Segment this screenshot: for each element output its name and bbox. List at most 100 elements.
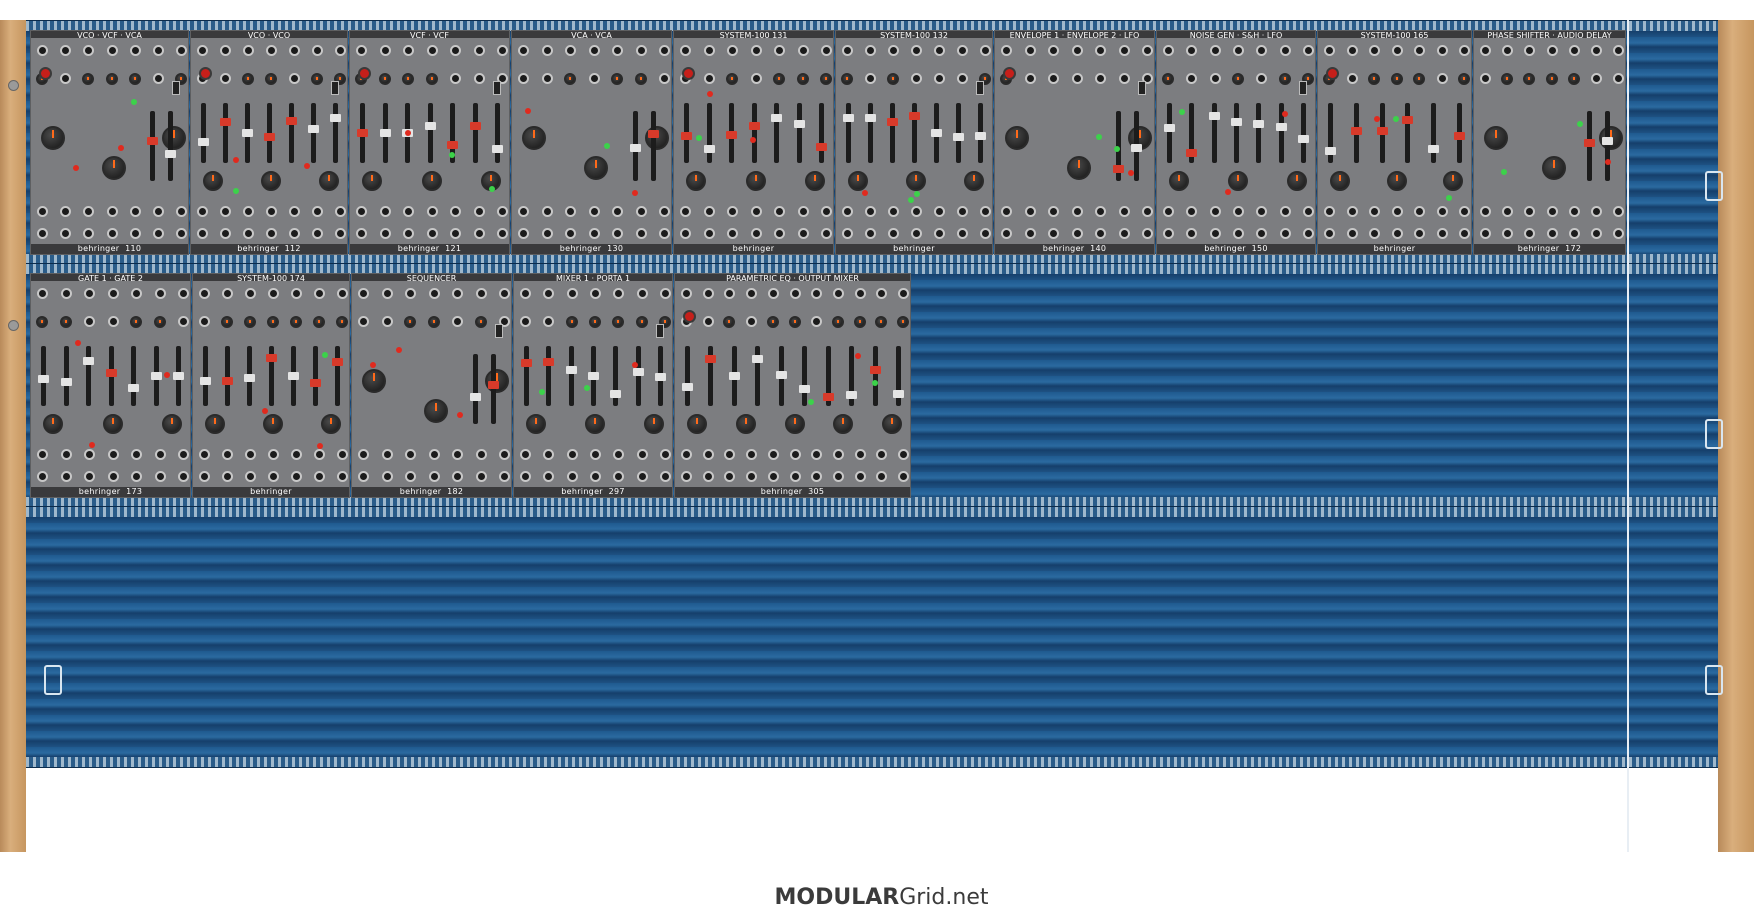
patch-jack[interactable] <box>750 45 762 56</box>
patch-jack[interactable] <box>1391 45 1403 56</box>
patch-jack[interactable] <box>403 228 414 239</box>
patch-jack[interactable] <box>1118 73 1130 84</box>
large-knob[interactable] <box>1228 171 1248 191</box>
patch-jack[interactable] <box>1279 45 1291 56</box>
patch-jack[interactable] <box>37 449 48 460</box>
patch-jack[interactable] <box>1071 73 1083 84</box>
slider-fader[interactable] <box>60 346 72 406</box>
slider-fader[interactable] <box>565 346 577 406</box>
slider-fader[interactable] <box>332 346 343 406</box>
patch-jack[interactable] <box>957 206 968 217</box>
patch-jack[interactable] <box>312 45 323 56</box>
patch-jack[interactable] <box>178 316 189 327</box>
patch-jack[interactable] <box>291 288 302 299</box>
patch-jack[interactable] <box>1142 228 1153 239</box>
patch-jack[interactable] <box>934 45 945 56</box>
patch-jack[interactable] <box>1024 206 1036 217</box>
patch-jack[interactable] <box>1186 206 1198 217</box>
patch-jack[interactable] <box>1459 45 1470 56</box>
patch-jack[interactable] <box>746 316 758 327</box>
patch-jack[interactable] <box>450 73 461 84</box>
manual-gate-button[interactable] <box>682 67 695 80</box>
small-knob[interactable] <box>1458 73 1470 85</box>
patch-jack[interactable] <box>797 206 809 217</box>
slider-fader[interactable] <box>165 111 176 181</box>
slider-fader[interactable] <box>846 346 858 406</box>
large-knob[interactable] <box>162 414 182 434</box>
patch-jack[interactable] <box>588 73 600 84</box>
patch-jack[interactable] <box>379 228 391 239</box>
toggle-switch[interactable] <box>976 81 984 95</box>
large-knob[interactable] <box>421 171 442 191</box>
patch-jack[interactable] <box>1590 206 1602 217</box>
patch-jack[interactable] <box>1568 228 1580 239</box>
patch-jack[interactable] <box>660 471 671 482</box>
slider-fader[interactable] <box>865 103 876 163</box>
patch-jack[interactable] <box>1279 228 1291 239</box>
patch-jack[interactable] <box>821 45 832 56</box>
patch-jack[interactable] <box>842 228 853 239</box>
small-knob[interactable] <box>311 73 323 85</box>
patch-jack[interactable] <box>832 288 844 299</box>
patch-jack[interactable] <box>865 73 876 84</box>
patch-jack[interactable] <box>774 206 785 217</box>
patch-jack[interactable] <box>84 471 95 482</box>
patch-jack[interactable] <box>1480 206 1491 217</box>
patch-jack[interactable] <box>980 45 991 56</box>
patch-jack[interactable] <box>1095 45 1106 56</box>
patch-jack[interactable] <box>703 228 715 239</box>
large-knob[interactable] <box>1484 126 1508 150</box>
patch-jack[interactable] <box>358 288 369 299</box>
patch-jack[interactable] <box>475 471 487 482</box>
patch-jack[interactable] <box>129 228 141 239</box>
patch-jack[interactable] <box>811 449 823 460</box>
patch-jack[interactable] <box>358 449 369 460</box>
patch-jack[interactable] <box>473 206 485 217</box>
slider-fader[interactable] <box>83 346 94 406</box>
slider-fader[interactable] <box>822 346 834 406</box>
patch-jack[interactable] <box>268 449 279 460</box>
patch-jack[interactable] <box>60 73 72 84</box>
patch-jack[interactable] <box>337 449 348 460</box>
patch-jack[interactable] <box>702 471 714 482</box>
patch-jack[interactable] <box>289 206 300 217</box>
patch-jack[interactable] <box>1048 73 1059 84</box>
patch-jack[interactable] <box>199 316 210 327</box>
patch-jack[interactable] <box>84 316 95 327</box>
patch-jack[interactable] <box>876 449 888 460</box>
patch-jack[interactable] <box>703 206 715 217</box>
patch-jack[interactable] <box>774 45 785 56</box>
patch-jack[interactable] <box>291 471 302 482</box>
patch-jack[interactable] <box>1209 228 1221 239</box>
patch-jack[interactable] <box>379 45 391 56</box>
patch-jack[interactable] <box>37 45 48 56</box>
patch-jack[interactable] <box>499 449 510 460</box>
patch-jack[interactable] <box>1233 206 1244 217</box>
patch-jack[interactable] <box>60 206 72 217</box>
patch-jack[interactable] <box>220 73 231 84</box>
patch-jack[interactable] <box>613 288 625 299</box>
patch-jack[interactable] <box>876 471 888 482</box>
patch-jack[interactable] <box>131 471 142 482</box>
patch-jack[interactable] <box>1414 228 1425 239</box>
patch-jack[interactable] <box>428 288 440 299</box>
patch-jack[interactable] <box>821 228 832 239</box>
patch-jack[interactable] <box>243 228 254 239</box>
patch-jack[interactable] <box>1436 206 1448 217</box>
slider-fader[interactable] <box>953 103 964 163</box>
patch-jack[interactable] <box>381 449 393 460</box>
slider-fader[interactable] <box>1602 111 1613 181</box>
small-knob[interactable] <box>766 316 779 328</box>
slider-fader[interactable] <box>264 103 275 163</box>
large-knob[interactable] <box>964 171 984 191</box>
patch-jack[interactable] <box>403 206 414 217</box>
patch-jack[interactable] <box>797 45 809 56</box>
patch-jack[interactable] <box>450 206 461 217</box>
patch-jack[interactable] <box>499 471 510 482</box>
patch-jack[interactable] <box>473 73 485 84</box>
patch-jack[interactable] <box>680 206 691 217</box>
patch-jack[interactable] <box>1502 228 1514 239</box>
large-knob[interactable] <box>261 171 281 191</box>
module-297[interactable]: MIXER 1 · PORTA 1 behringer 297 <box>513 273 673 498</box>
patch-jack[interactable] <box>1303 45 1314 56</box>
